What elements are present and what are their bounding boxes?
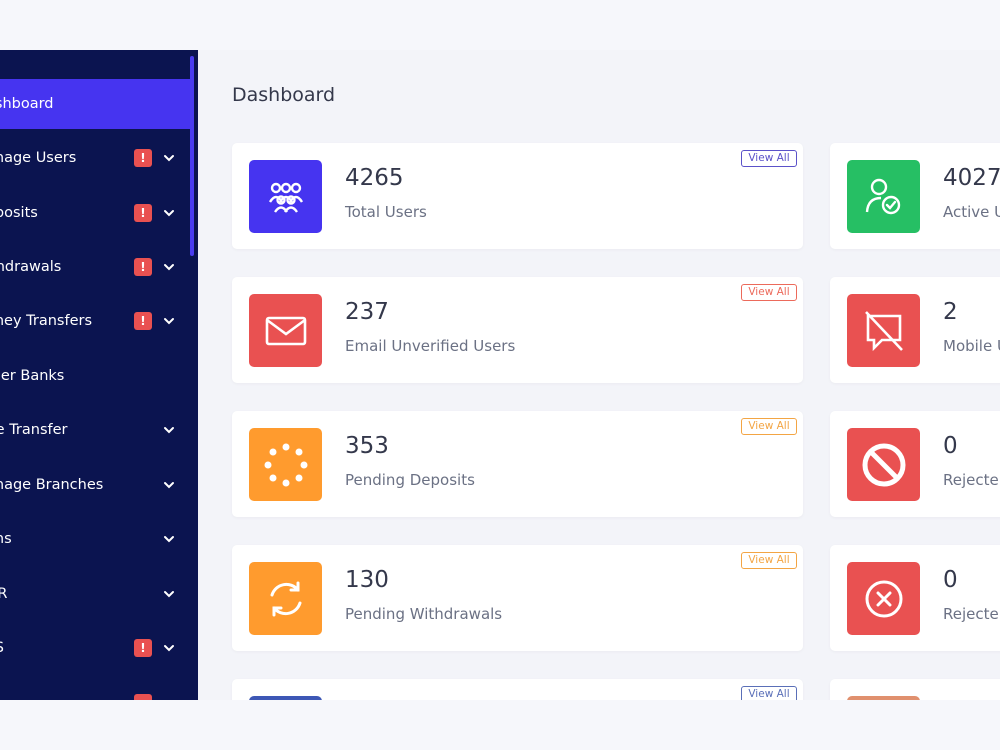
stat-label: Active U xyxy=(943,203,1000,221)
alert-badge: ! xyxy=(134,204,152,222)
sidebar-item-label: ire Transfer xyxy=(0,422,68,438)
sidebar-item-wire-transfer[interactable]: ire Transfer xyxy=(0,405,190,455)
sidebar-item-loans[interactable]: ans xyxy=(0,514,190,564)
chevron-down-icon xyxy=(164,482,174,489)
sidebar-item-dashboard[interactable]: ashboard xyxy=(0,79,190,129)
stat-value: 0 xyxy=(943,433,958,459)
stat-label: Mobile U xyxy=(943,337,1000,355)
stat-card-rejected-deposits: 0 Rejecte xyxy=(830,411,1000,517)
stat-value: 4265 xyxy=(345,165,404,191)
stat-card-total-users: 4265 Total Users View All xyxy=(232,143,803,249)
sidebar-item-label: ashboard xyxy=(0,96,54,112)
stat-value: 353 xyxy=(345,433,389,459)
app-frame: ashboard anage Users ! eposits ! ithdraw… xyxy=(0,50,1000,700)
stat-label: Rejecte xyxy=(943,471,999,489)
stat-value: 2 xyxy=(943,299,958,325)
sidebar-item-manage-users[interactable]: anage Users ! xyxy=(0,133,190,183)
sidebar-item-label: eposits xyxy=(0,205,38,221)
chevron-down-icon xyxy=(164,264,174,271)
sidebar-item-label: OR xyxy=(0,586,8,602)
sidebar-item-next[interactable] xyxy=(0,678,190,700)
spinner-icon xyxy=(249,428,322,501)
bank-icon xyxy=(249,696,322,700)
chevron-down-icon xyxy=(164,645,174,652)
view-all-button[interactable]: View All xyxy=(741,284,797,301)
message-slash-icon xyxy=(847,294,920,367)
stat-card-mobile-unverified: 2 Mobile U xyxy=(830,277,1000,383)
user-check-icon xyxy=(847,160,920,233)
sidebar-item-other-banks[interactable]: ther Banks xyxy=(0,351,190,401)
sidebar-item-label: oney Transfers xyxy=(0,313,93,329)
sidebar-item-label: PS xyxy=(0,623,4,673)
view-all-button[interactable]: View All xyxy=(741,150,797,167)
ban-icon xyxy=(847,428,920,501)
chevron-down-icon xyxy=(164,210,174,217)
stat-card-pending-deposits: 353 Pending Deposits View All xyxy=(232,411,803,517)
users-icon xyxy=(249,160,322,233)
chevron-down-icon xyxy=(164,318,174,325)
card-icon xyxy=(847,696,920,700)
main-content: Dashboard 4265 Total Users View All 4027… xyxy=(198,50,1000,700)
alert-badge: ! xyxy=(134,149,152,167)
chevron-down-icon xyxy=(164,591,174,598)
stat-label: Rejecte xyxy=(943,605,999,623)
alert-badge: ! xyxy=(134,312,152,330)
view-all-button[interactable]: View All xyxy=(741,552,797,569)
chevron-down-icon xyxy=(164,155,174,162)
alert-badge: ! xyxy=(134,639,152,657)
stat-card-active-users: 4027 Active U xyxy=(830,143,1000,249)
sidebar-item-label: anage Branches xyxy=(0,477,104,493)
sidebar-item-label: ithdrawals xyxy=(0,259,62,275)
stat-value: 4027 xyxy=(943,165,1000,191)
sidebar: ashboard anage Users ! eposits ! ithdraw… xyxy=(0,50,198,700)
sidebar-item-money-transfers[interactable]: oney Transfers ! xyxy=(0,296,190,346)
stat-label: Total Users xyxy=(345,203,427,221)
stat-card-pending-withdrawals: 130 Pending Withdrawals View All xyxy=(232,545,803,651)
chevron-down-icon xyxy=(164,427,174,434)
sidebar-item-deposits[interactable]: eposits ! xyxy=(0,188,190,238)
sidebar-item-label: ans xyxy=(0,531,12,547)
stat-label: Pending Withdrawals xyxy=(345,605,503,623)
view-all-button[interactable]: View All xyxy=(741,418,797,435)
alert-badge: ! xyxy=(134,258,152,276)
stat-card-row5-right xyxy=(830,679,1000,700)
stat-card-rejected-withdrawals: 0 Rejecte xyxy=(830,545,1000,651)
envelope-icon xyxy=(249,294,322,367)
sidebar-item-fdr[interactable]: OR xyxy=(0,569,190,619)
stat-label: Pending Deposits xyxy=(345,471,475,489)
sidebar-item-withdrawals[interactable]: ithdrawals ! xyxy=(0,242,190,292)
page-title: Dashboard xyxy=(232,84,336,106)
times-circle-icon xyxy=(847,562,920,635)
stat-value: 130 xyxy=(345,567,389,593)
stat-label: Email Unverified Users xyxy=(345,337,516,355)
stat-value: 0 xyxy=(943,567,958,593)
chevron-down-icon xyxy=(164,536,174,543)
sidebar-item-label: ther Banks xyxy=(0,368,65,384)
sidebar-scrollbar[interactable] xyxy=(190,56,194,256)
stat-card-email-unverified: 237 Email Unverified Users View All xyxy=(232,277,803,383)
sidebar-item-manage-branches[interactable]: anage Branches xyxy=(0,460,190,510)
refresh-icon xyxy=(249,562,322,635)
sidebar-item-label: anage Users xyxy=(0,150,77,166)
stat-value: 237 xyxy=(345,299,389,325)
stat-card-row5: View All xyxy=(232,679,803,700)
view-all-button[interactable]: View All xyxy=(741,686,797,700)
alert-badge xyxy=(134,694,152,700)
sidebar-item-dps[interactable]: PS ! xyxy=(0,623,190,673)
